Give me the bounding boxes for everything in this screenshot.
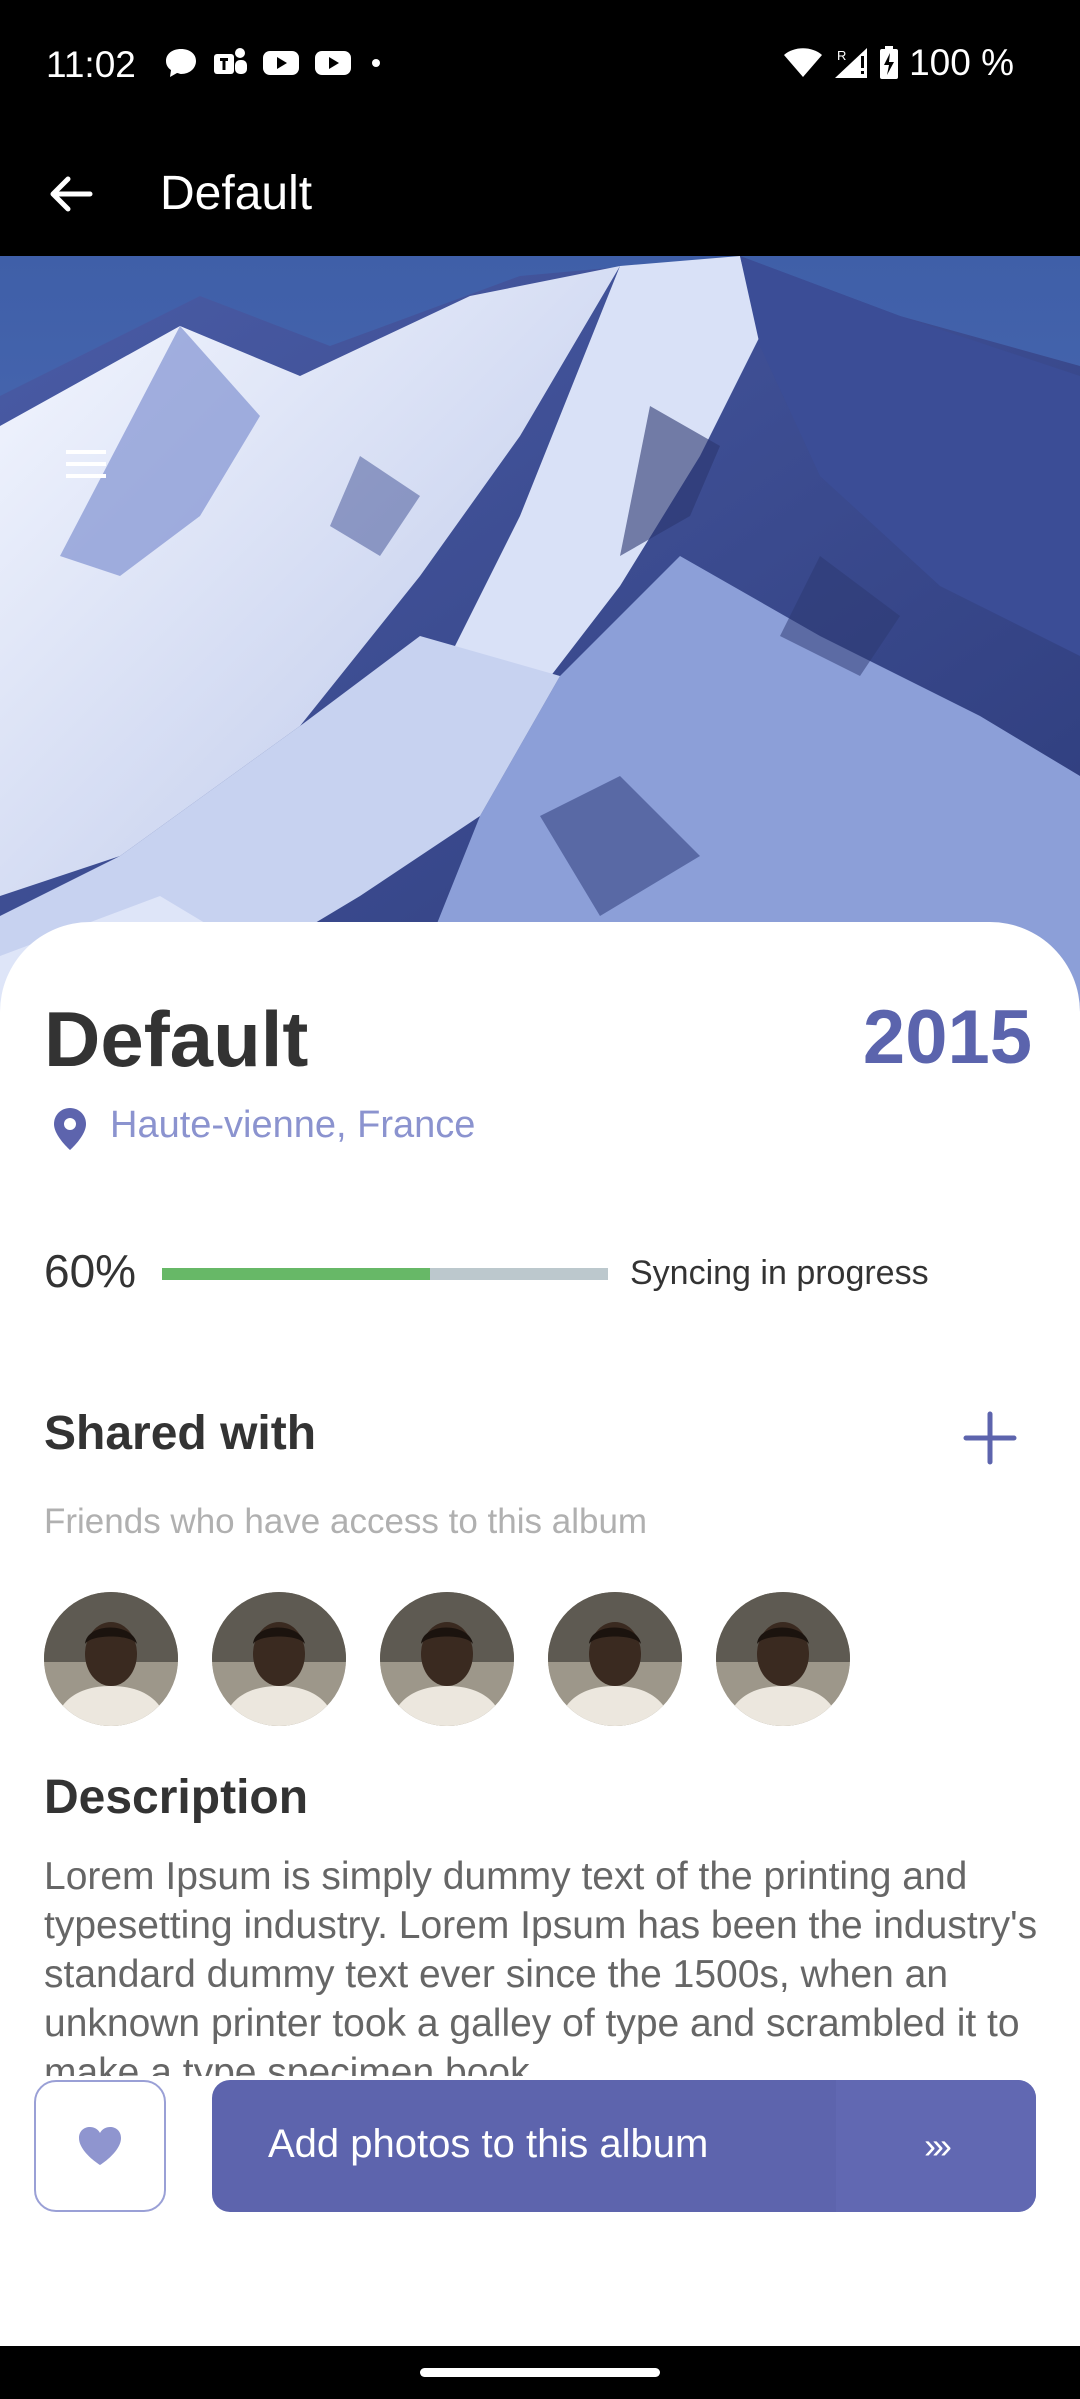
location-pin-icon [54, 1108, 86, 1150]
signal-roaming-icon: R [835, 48, 868, 78]
album-location: Haute-vienne, France [110, 1104, 476, 1146]
home-gesture-handle[interactable] [420, 2368, 660, 2377]
album-year: 2015 [862, 995, 1032, 1080]
notification-icons [164, 46, 386, 80]
app-bar-title: Default [160, 167, 313, 220]
avatar[interactable] [380, 1592, 514, 1726]
sync-status: Syncing in progress [630, 1254, 929, 1292]
wifi-icon [784, 48, 823, 77]
shared-with-heading: Shared with [44, 1407, 317, 1460]
more-dot-icon [372, 59, 380, 67]
plus-icon[interactable] [962, 1410, 1018, 1466]
friends-avatar-list [44, 1592, 850, 1726]
teams-icon [214, 48, 247, 74]
arrow-back-icon[interactable] [38, 162, 102, 226]
battery-percent: 100 % [909, 42, 1014, 83]
album-title: Default [44, 995, 309, 1083]
top-app-bar: Default [0, 132, 1080, 256]
system-nav-bar [0, 2346, 1080, 2399]
youtube-icon [315, 51, 351, 75]
status-right: R 100 % [783, 42, 1014, 84]
status-time: 11:02 [46, 44, 136, 85]
avatar[interactable] [716, 1592, 850, 1726]
album-cover-image [0, 256, 1080, 1016]
chevrons-right-icon: ››› [836, 2080, 1036, 2212]
add-photos-button[interactable]: Add photos to this album ››› [212, 2080, 1036, 2212]
avatar[interactable] [212, 1592, 346, 1726]
shared-with-subtitle: Friends who have access to this album [44, 1502, 648, 1541]
sync-percent: 60% [44, 1245, 137, 1297]
sync-progress-bar [162, 1268, 608, 1280]
status-bar: 11:02 R 100 % [0, 0, 1080, 132]
avatar[interactable] [44, 1592, 178, 1726]
mountain-illustration [0, 256, 1080, 1016]
like-button[interactable] [34, 2080, 166, 2212]
battery-charging-icon [880, 46, 899, 79]
svg-text:R: R [837, 48, 846, 63]
description-heading: Description [44, 1771, 309, 1824]
sync-progress-fill [162, 1268, 430, 1280]
avatar[interactable] [548, 1592, 682, 1726]
heart-icon [79, 2127, 121, 2165]
description-text: Lorem Ipsum is simply dummy text of the … [44, 1855, 1038, 2076]
chat-bubble-icon [166, 49, 196, 77]
album-details-card: Default 2015 Haute-vienne, France 60% Sy… [0, 922, 1080, 2346]
add-photos-label: Add photos to this album [268, 2122, 709, 2166]
hamburger-menu-icon[interactable] [64, 446, 108, 482]
youtube-icon [263, 51, 299, 75]
